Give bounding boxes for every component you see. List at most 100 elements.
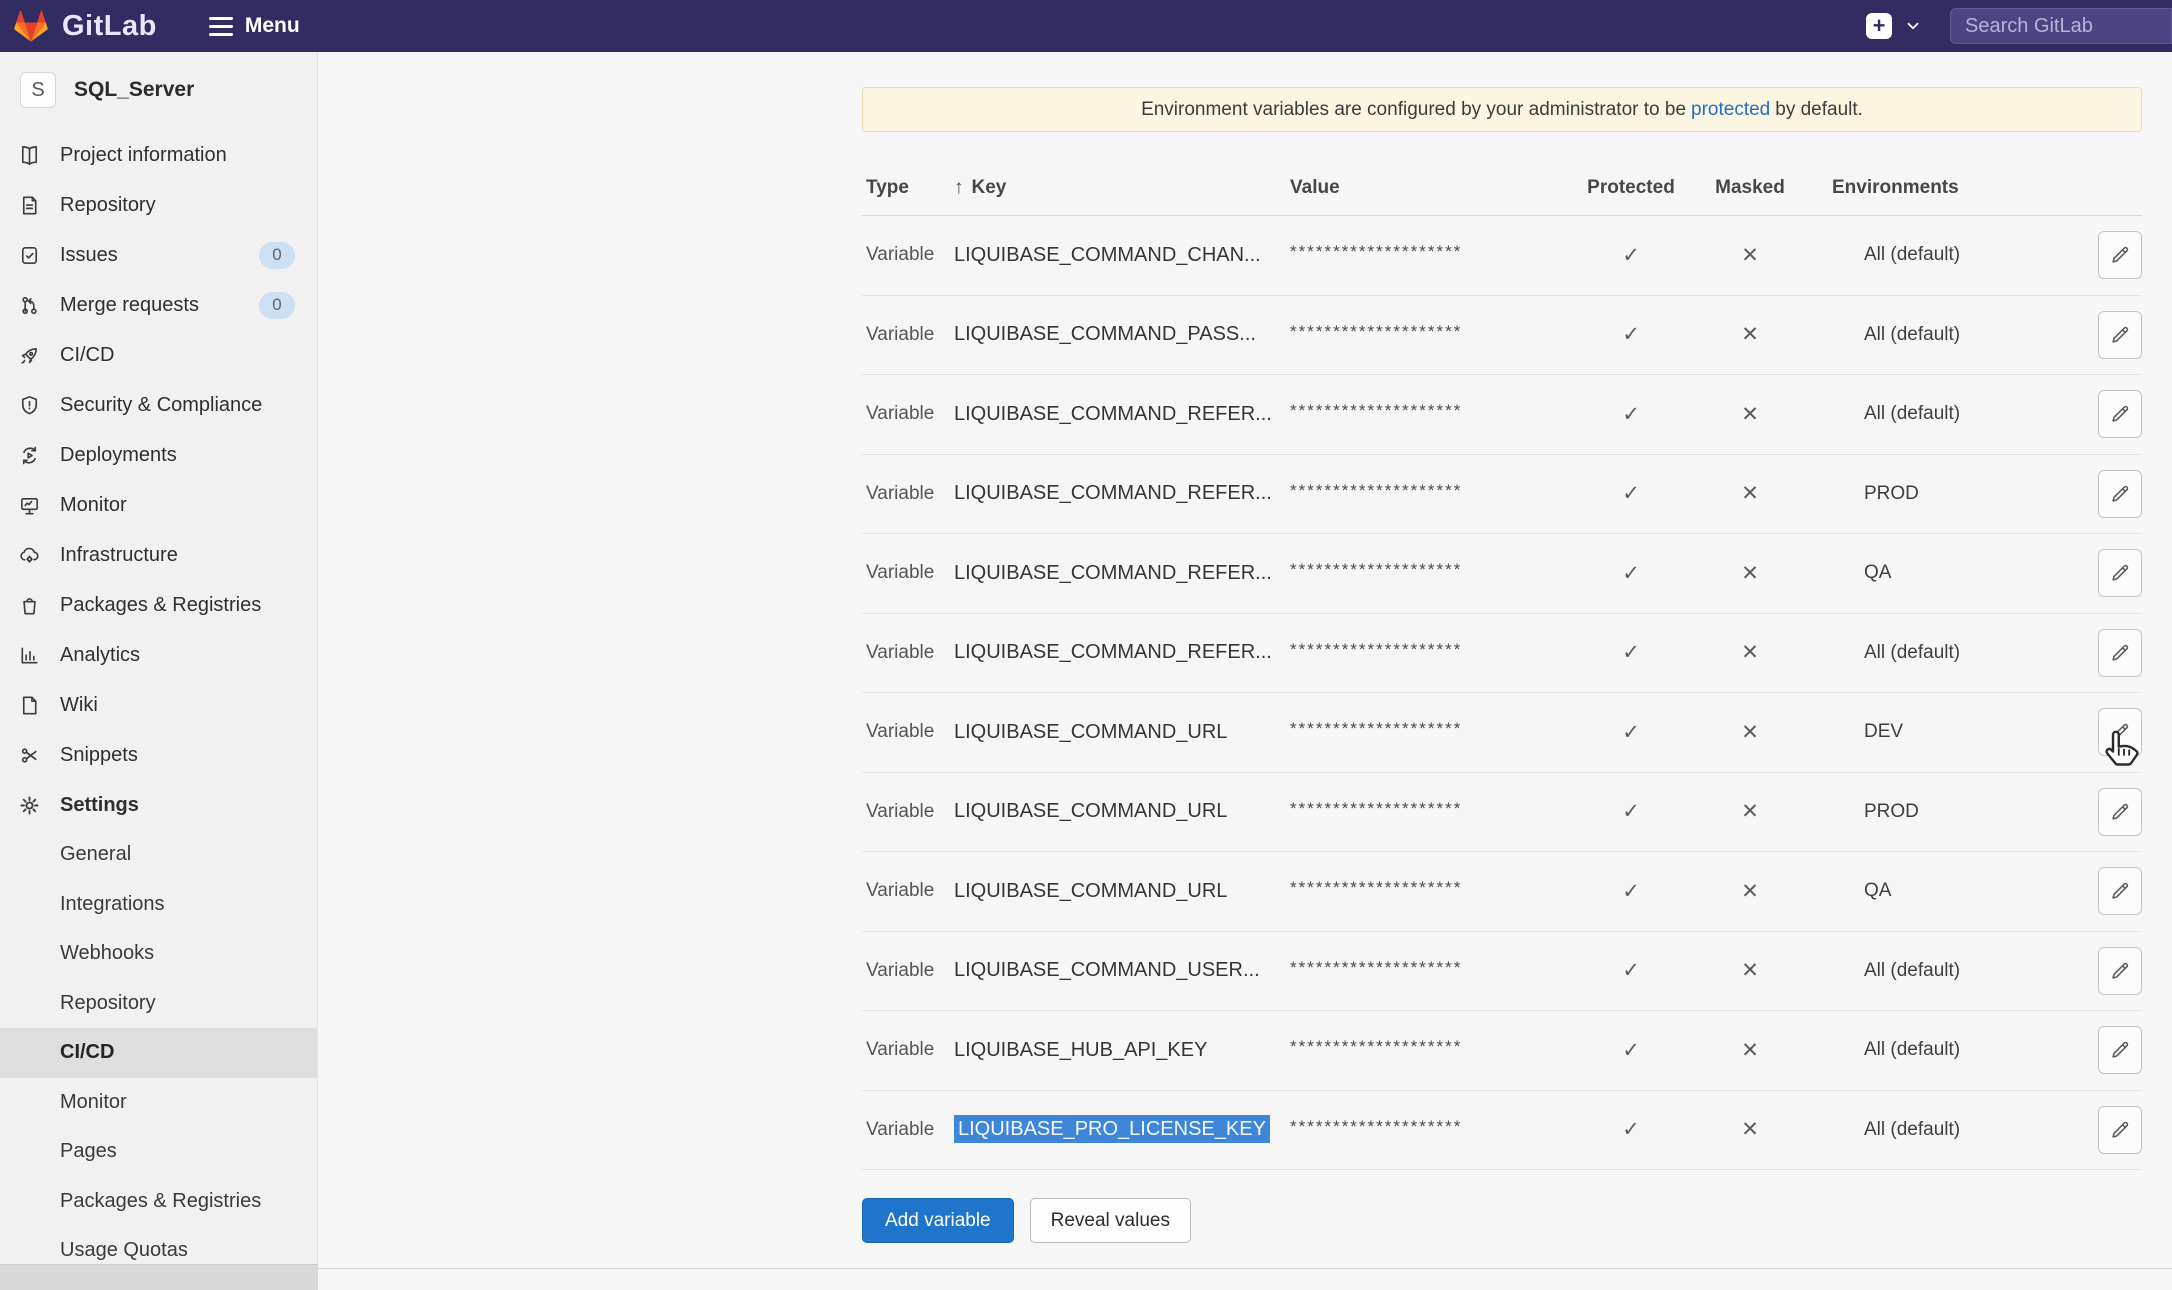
- pencil-icon: [2109, 1119, 2131, 1141]
- variable-key: LIQUIBASE_COMMAND_REFER...: [954, 562, 1290, 585]
- table-row: VariableLIQUIBASE_COMMAND_PASS...*******…: [862, 296, 2142, 376]
- sidebar-item-infrastructure[interactable]: Infrastructure: [0, 530, 317, 580]
- edit-variable-button[interactable]: [2098, 390, 2142, 438]
- pencil-icon: [2109, 642, 2131, 664]
- variable-value-masked: ********************: [1290, 878, 1570, 898]
- protected-link[interactable]: protected: [1691, 99, 1770, 121]
- sidebar-item-issues[interactable]: Issues 0: [0, 230, 317, 280]
- variable-type: Variable: [862, 801, 954, 823]
- rocket-icon: [16, 342, 42, 368]
- variable-value-masked: ********************: [1290, 799, 1570, 819]
- subitem-label: Packages & Registries: [60, 1190, 261, 1213]
- table-row: VariableLIQUIBASE_COMMAND_URL***********…: [862, 852, 2142, 932]
- sidebar-item-deployments[interactable]: Deployments: [0, 430, 317, 480]
- sidebar-nav: Project information Repository Issues 0: [0, 130, 317, 1276]
- subitem-label: Monitor: [60, 1091, 127, 1114]
- add-variable-button[interactable]: Add variable: [862, 1198, 1014, 1243]
- sidebar-item-settings[interactable]: Settings: [0, 780, 317, 830]
- menu-button[interactable]: Menu: [209, 14, 300, 38]
- edit-variable-button[interactable]: [2098, 708, 2142, 756]
- variable-environments: All (default): [1808, 244, 2090, 266]
- pencil-icon: [2109, 960, 2131, 982]
- edit-variable-button[interactable]: [2098, 1106, 2142, 1154]
- sidebar-item-label: Analytics: [60, 644, 140, 667]
- sidebar-collapse-area[interactable]: [0, 1264, 318, 1290]
- variable-type: Variable: [862, 483, 954, 505]
- masked-cross-icon: ✕: [1692, 561, 1808, 586]
- edit-variable-button[interactable]: [2098, 231, 2142, 279]
- sidebar-item-label: CI/CD: [60, 344, 114, 367]
- sidebar-item-repository[interactable]: Repository: [0, 180, 317, 230]
- merge-requests-icon: [16, 292, 42, 318]
- variable-value-masked: ********************: [1290, 481, 1570, 501]
- project-name: SQL_Server: [74, 78, 194, 102]
- protected-check-icon: ✓: [1570, 958, 1692, 983]
- sidebar-item-label: Issues: [60, 244, 118, 267]
- shield-icon: [16, 392, 42, 418]
- settings-subitem-repository[interactable]: Repository: [0, 979, 317, 1029]
- variable-type: Variable: [862, 642, 954, 664]
- subitem-label: General: [60, 843, 131, 866]
- edit-variable-button[interactable]: [2098, 867, 2142, 915]
- reveal-values-button[interactable]: Reveal values: [1030, 1198, 1191, 1243]
- variable-key: LIQUIBASE_COMMAND_REFER...: [954, 403, 1290, 426]
- settings-subitem-packages-registries[interactable]: Packages & Registries: [0, 1177, 317, 1227]
- masked-cross-icon: ✕: [1692, 243, 1808, 268]
- issues-icon: [16, 242, 42, 268]
- merge-requests-count-badge: 0: [259, 292, 295, 319]
- table-row: VariableLIQUIBASE_COMMAND_USER...*******…: [862, 932, 2142, 1012]
- settings-subitem-general[interactable]: General: [0, 830, 317, 880]
- project-scope-header[interactable]: S SQL_Server: [0, 52, 317, 124]
- header-key-sortable[interactable]: ↑Key: [954, 177, 1290, 199]
- table-actions: Add variable Reveal values: [862, 1198, 1191, 1243]
- edit-variable-button[interactable]: [2098, 947, 2142, 995]
- variable-environments: All (default): [1808, 960, 2090, 982]
- sidebar-item-wiki[interactable]: Wiki: [0, 680, 317, 730]
- sidebar-item-analytics[interactable]: Analytics: [0, 630, 317, 680]
- subitem-label: Repository: [60, 992, 156, 1015]
- settings-subitem-cicd[interactable]: CI/CD: [0, 1028, 317, 1078]
- variable-value-masked: ********************: [1290, 401, 1570, 421]
- table-row: VariableLIQUIBASE_PRO_LICENSE_KEY*******…: [862, 1091, 2142, 1171]
- sidebar-item-label: Deployments: [60, 444, 177, 467]
- variable-environments: All (default): [1808, 403, 2090, 425]
- sidebar-item-project-information[interactable]: Project information: [0, 130, 317, 180]
- protected-check-icon: ✓: [1570, 402, 1692, 427]
- edit-variable-button[interactable]: [2098, 470, 2142, 518]
- settings-subitem-integrations[interactable]: Integrations: [0, 880, 317, 930]
- chevron-down-icon[interactable]: [1904, 17, 1922, 35]
- edit-variable-button[interactable]: [2098, 549, 2142, 597]
- edit-variable-button[interactable]: [2098, 629, 2142, 677]
- issues-count-badge: 0: [259, 242, 295, 269]
- settings-subitem-webhooks[interactable]: Webhooks: [0, 929, 317, 979]
- sidebar-item-snippets[interactable]: Snippets: [0, 730, 317, 780]
- variable-type: Variable: [862, 880, 954, 902]
- pencil-icon: [2109, 483, 2131, 505]
- header-type: Type: [862, 177, 954, 199]
- search-input[interactable]: [1950, 8, 2172, 44]
- sidebar-item-security-compliance[interactable]: Security & Compliance: [0, 380, 317, 430]
- edit-variable-button[interactable]: [2098, 788, 2142, 836]
- sidebar-item-monitor[interactable]: Monitor: [0, 480, 317, 530]
- sidebar-item-label: Packages & Registries: [60, 594, 261, 617]
- variable-value-masked: ********************: [1290, 640, 1570, 660]
- new-item-plus-button[interactable]: +: [1866, 13, 1892, 39]
- sidebar-item-merge-requests[interactable]: Merge requests 0: [0, 280, 317, 330]
- masked-cross-icon: ✕: [1692, 879, 1808, 904]
- gear-icon: [16, 792, 42, 818]
- subitem-label: Usage Quotas: [60, 1239, 188, 1262]
- gitlab-logo[interactable]: GitLab: [14, 10, 157, 43]
- edit-variable-button[interactable]: [2098, 311, 2142, 359]
- variable-key: LIQUIBASE_COMMAND_PASS...: [954, 323, 1290, 346]
- edit-variable-button[interactable]: [2098, 1026, 2142, 1074]
- masked-cross-icon: ✕: [1692, 322, 1808, 347]
- protected-check-icon: ✓: [1570, 481, 1692, 506]
- variables-table: Type ↑Key Value Protected Masked Environ…: [862, 160, 2142, 1170]
- protected-check-icon: ✓: [1570, 322, 1692, 347]
- table-row: VariableLIQUIBASE_HUB_API_KEY***********…: [862, 1011, 2142, 1091]
- settings-subitem-pages[interactable]: Pages: [0, 1127, 317, 1177]
- settings-subitem-monitor[interactable]: Monitor: [0, 1078, 317, 1128]
- sidebar-item-cicd[interactable]: CI/CD: [0, 330, 317, 380]
- sidebar-item-label: Repository: [60, 194, 156, 217]
- sidebar-item-packages-registries[interactable]: Packages & Registries: [0, 580, 317, 630]
